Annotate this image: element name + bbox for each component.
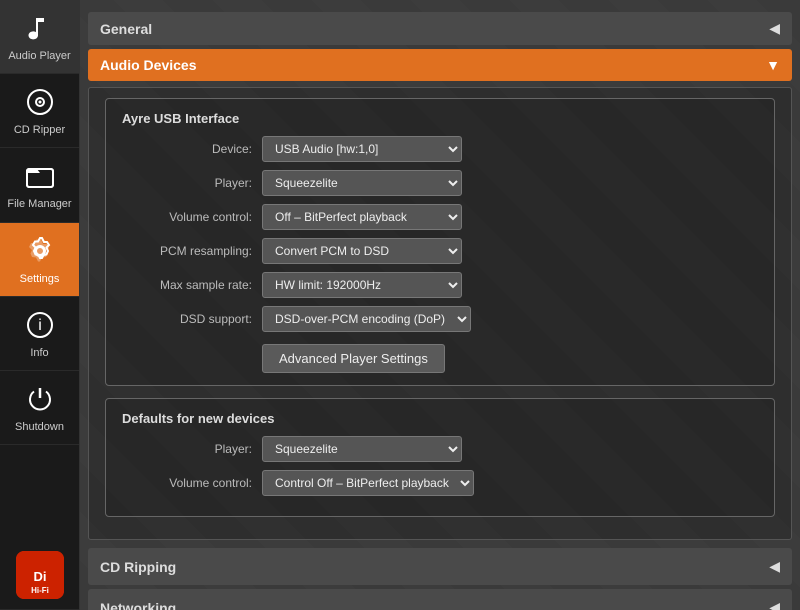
sidebar-label-file-manager: File Manager — [7, 198, 71, 211]
volume-control-control: Off – BitPerfect playback — [262, 204, 758, 230]
power-icon — [22, 381, 58, 417]
main-content: Daphile Daphile Daphile Daphile Daphile … — [80, 0, 800, 610]
audio-devices-chevron: ▼ — [766, 57, 780, 73]
sidebar: Audio Player CD Ripper File Manager — [0, 0, 80, 610]
pcm-resampling-row: PCM resampling: Convert PCM to DSD — [122, 238, 758, 264]
sidebar-item-file-manager[interactable]: File Manager — [0, 148, 79, 222]
volume-control-label: Volume control: — [122, 210, 262, 224]
pcm-resampling-label: PCM resampling: — [122, 244, 262, 258]
audio-devices-title: Audio Devices — [100, 57, 196, 73]
player-row: Player: Squeezelite — [122, 170, 758, 196]
sidebar-label-cd-ripper: CD Ripper — [14, 124, 65, 137]
sidebar-item-shutdown[interactable]: Shutdown — [0, 371, 79, 445]
cd-ripping-title: CD Ripping — [100, 559, 176, 575]
max-sample-rate-label: Max sample rate: — [122, 278, 262, 292]
defaults-volume-control: Control Off – BitPerfect playback — [262, 470, 758, 496]
general-chevron: ◀ — [769, 20, 780, 37]
ayre-title: Ayre USB Interface — [122, 111, 758, 126]
sidebar-logo: Di Hi-Fi — [0, 541, 79, 610]
defaults-player-select[interactable]: Squeezelite — [262, 436, 462, 462]
volume-control-row: Volume control: Off – BitPerfect playbac… — [122, 204, 758, 230]
sidebar-label-audio-player: Audio Player — [8, 50, 70, 63]
defaults-title: Defaults for new devices — [122, 411, 758, 426]
sidebar-label-settings: Settings — [20, 273, 60, 286]
audio-devices-section-header[interactable]: Audio Devices ▼ — [88, 49, 792, 81]
ayre-subsection: Ayre USB Interface Device: USB Audio [hw… — [105, 98, 775, 386]
defaults-volume-select[interactable]: Control Off – BitPerfect playback — [262, 470, 474, 496]
sidebar-item-settings[interactable]: Settings — [0, 223, 79, 297]
pcm-resampling-control: Convert PCM to DSD — [262, 238, 758, 264]
sidebar-label-info: Info — [30, 347, 48, 360]
player-control: Squeezelite — [262, 170, 758, 196]
pcm-resampling-select[interactable]: Convert PCM to DSD — [262, 238, 462, 264]
svg-text:i: i — [38, 317, 42, 334]
music-note-icon — [22, 10, 58, 46]
advanced-player-settings-button[interactable]: Advanced Player Settings — [262, 344, 445, 373]
svg-text:Hi-Fi: Hi-Fi — [31, 586, 49, 595]
device-row: Device: USB Audio [hw:1,0] — [122, 136, 758, 162]
info-icon: i — [22, 307, 58, 343]
cd-icon — [22, 84, 58, 120]
defaults-player-label: Player: — [122, 442, 262, 456]
sidebar-label-shutdown: Shutdown — [15, 421, 64, 434]
general-title: General — [100, 21, 152, 37]
defaults-volume-label: Volume control: — [122, 476, 262, 490]
networking-section-header[interactable]: Networking ◀ — [88, 589, 792, 610]
dsd-support-control: DSD-over-PCM encoding (DoP) — [262, 306, 758, 332]
daphile-logo: Di Hi-Fi — [16, 551, 64, 599]
device-select[interactable]: USB Audio [hw:1,0] — [262, 136, 462, 162]
player-select[interactable]: Squeezelite — [262, 170, 462, 196]
folder-icon — [22, 158, 58, 194]
player-label: Player: — [122, 176, 262, 190]
general-section-header[interactable]: General ◀ — [88, 12, 792, 45]
sidebar-item-audio-player[interactable]: Audio Player — [0, 0, 79, 74]
volume-control-select[interactable]: Off – BitPerfect playback — [262, 204, 462, 230]
sidebar-item-info[interactable]: i Info — [0, 297, 79, 371]
cd-ripping-section-header[interactable]: CD Ripping ◀ — [88, 548, 792, 585]
audio-devices-content: Ayre USB Interface Device: USB Audio [hw… — [88, 87, 792, 540]
sidebar-item-cd-ripper[interactable]: CD Ripper — [0, 74, 79, 148]
defaults-player-row: Player: Squeezelite — [122, 436, 758, 462]
defaults-player-control: Squeezelite — [262, 436, 758, 462]
dsd-support-select[interactable]: DSD-over-PCM encoding (DoP) — [262, 306, 471, 332]
defaults-subsection: Defaults for new devices Player: Squeeze… — [105, 398, 775, 517]
max-sample-rate-row: Max sample rate: HW limit: 192000Hz — [122, 272, 758, 298]
svg-text:Di: Di — [33, 569, 46, 584]
networking-title: Networking — [100, 600, 176, 610]
device-label: Device: — [122, 142, 262, 156]
networking-chevron: ◀ — [769, 599, 780, 610]
defaults-volume-row: Volume control: Control Off – BitPerfect… — [122, 470, 758, 496]
dsd-support-row: DSD support: DSD-over-PCM encoding (DoP) — [122, 306, 758, 332]
cd-ripping-chevron: ◀ — [769, 558, 780, 575]
max-sample-rate-select[interactable]: HW limit: 192000Hz — [262, 272, 462, 298]
dsd-support-label: DSD support: — [122, 312, 262, 326]
gear-icon — [22, 233, 58, 269]
device-control: USB Audio [hw:1,0] — [262, 136, 758, 162]
max-sample-rate-control: HW limit: 192000Hz — [262, 272, 758, 298]
